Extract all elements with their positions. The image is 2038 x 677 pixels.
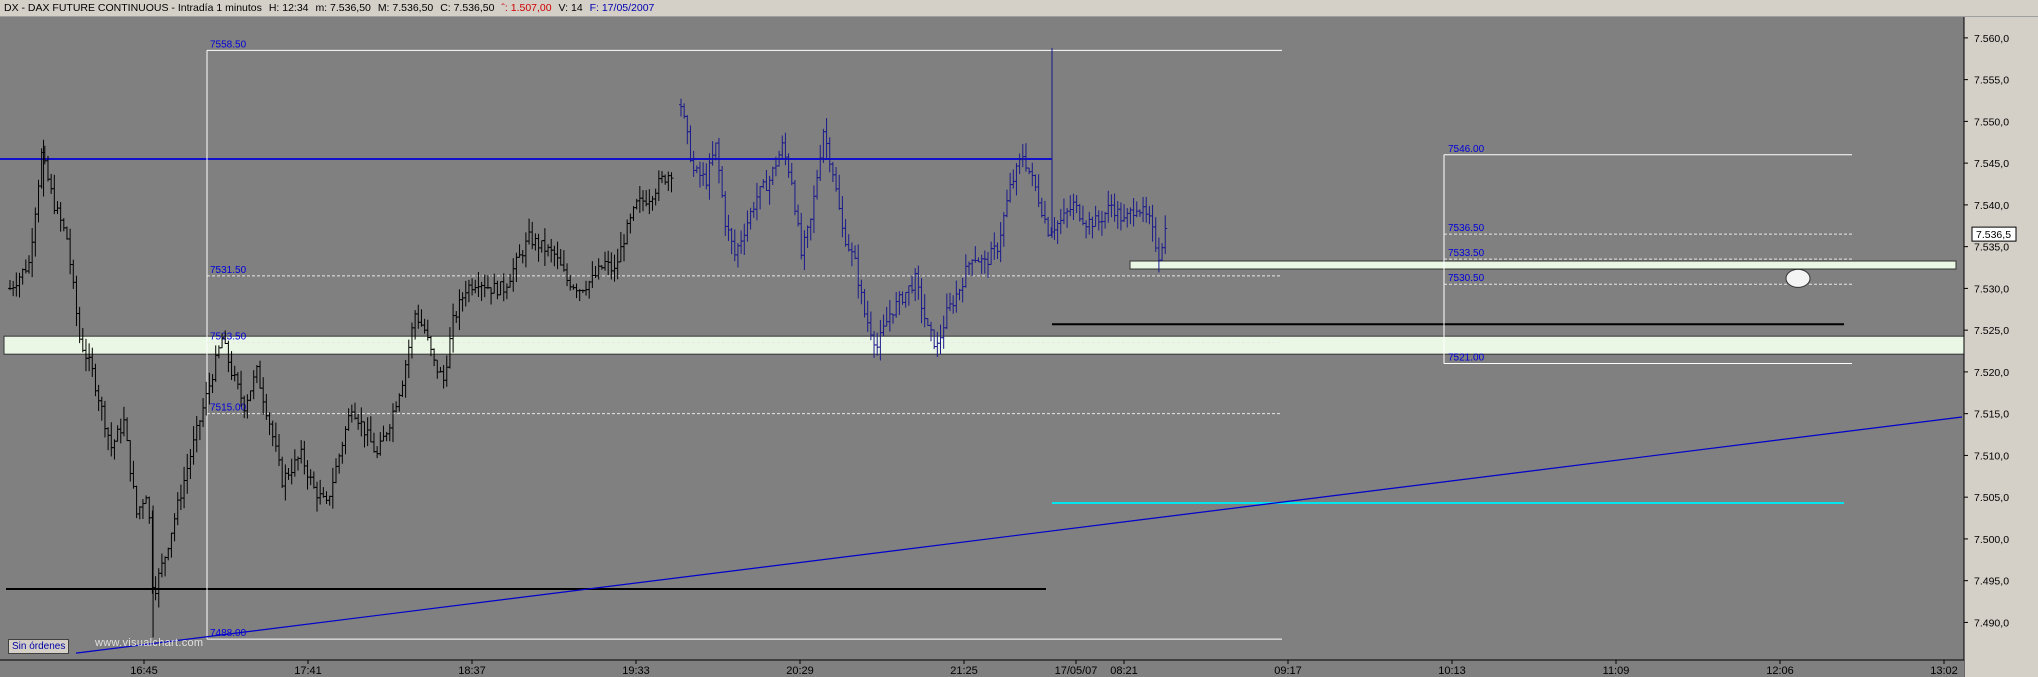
range-box-2-level-label: 7533.50 <box>1448 248 1485 259</box>
price-tick-label: 7.505,0 <box>1974 492 2009 504</box>
price-tick-label: 7.550,0 <box>1974 116 2009 128</box>
time-tick-label: 09:17 <box>1274 665 1302 677</box>
symbol-name: DX - DAX FUTURE CONTINUOUS - Intradía 1 … <box>4 2 262 14</box>
price-axis: 7.560,0 7.555,0 7.550,0 7.545,0 7.540,0 7.535… <box>1963 17 2038 677</box>
price-tick-label: 7.510,0 <box>1974 450 2009 462</box>
time-tick-label: 10:13 <box>1438 665 1466 677</box>
price-tick-label: 7.555,0 <box>1974 75 2009 87</box>
support-band-wide <box>3 335 1971 355</box>
price-tick-label: 7.500,0 <box>1974 534 2009 546</box>
volume-value: V: 14 <box>558 2 583 14</box>
chart-title-bar: DX - DAX FUTURE CONTINUOUS - Intradía 1 … <box>0 0 2038 17</box>
time-tick-label: 13:02 <box>1930 665 1958 677</box>
range-box-1-high-label: 7558.50 <box>210 39 247 50</box>
minimum-value: m: 7.536,50 <box>315 2 371 14</box>
range-box-2-level-label: 7530.50 <box>1448 273 1485 284</box>
range-box-1-level-label: 7531.50 <box>210 265 247 276</box>
chart-window: DX - DAX FUTURE CONTINUOUS - Intradía 1 … <box>0 0 2038 677</box>
date-value: F: 17/05/2007 <box>589 2 655 14</box>
time-tick-label: 19:33 <box>622 665 650 677</box>
time-tick-label: 11:09 <box>1603 665 1630 677</box>
price-chart[interactable]: 7558.507488.007531.507523.507515.007546.… <box>0 17 2038 677</box>
high-value: H: 12:34 <box>268 2 309 14</box>
price-tick-label: 7.535,0 <box>1974 242 2009 254</box>
change-value: ˆ: 1.507,00 <box>501 2 552 14</box>
range-box-2-high-label: 7546.00 <box>1448 144 1485 155</box>
price-tick-label: 7.495,0 <box>1974 576 2009 588</box>
close-value: C: 7.536,50 <box>440 2 495 14</box>
support-bands <box>0 17 1971 660</box>
time-tick-label: 12:06 <box>1766 665 1794 677</box>
price-tick-label: 7.525,0 <box>1974 325 2009 337</box>
range-box-2-level-label: 7536.50 <box>1448 223 1485 234</box>
time-tick-label: 16:45 <box>130 665 158 677</box>
time-tick-label: 17:41 <box>294 665 322 677</box>
time-tick-label: 20:29 <box>786 665 814 677</box>
time-tick-label: 17/05/07 <box>1055 665 1098 677</box>
time-axis: 16:45 17:41 18:37 19:33 20:29 21:25 17/05/07 08… <box>0 659 1964 677</box>
price-tick-label: 7.545,0 <box>1974 158 2009 170</box>
last-price-marker <box>1785 268 1811 288</box>
price-tick-label: 7.520,0 <box>1974 367 2009 379</box>
price-tick-label: 7.515,0 <box>1974 409 2009 421</box>
price-tick-label: 7.530,0 <box>1974 283 2009 295</box>
range-box-2-low-label: 7521.00 <box>1448 353 1485 364</box>
time-tick-label: 21:25 <box>950 665 978 677</box>
support-band-narrow <box>1129 260 1957 270</box>
watermark-text: www.visualchart.com <box>95 637 204 649</box>
price-tick-label: 7.540,0 <box>1974 200 2009 212</box>
time-tick-label: 18:37 <box>458 665 486 677</box>
medium-value: M: 7.536,50 <box>377 2 434 14</box>
price-tick-label: 7.490,0 <box>1974 617 2009 629</box>
last-price-label: 7.536,5 <box>1976 229 2011 241</box>
orders-button[interactable]: Sin órdenes <box>8 639 70 654</box>
time-tick-label: 08:21 <box>1110 665 1138 677</box>
price-tick-label: 7.560,0 <box>1974 33 2009 45</box>
